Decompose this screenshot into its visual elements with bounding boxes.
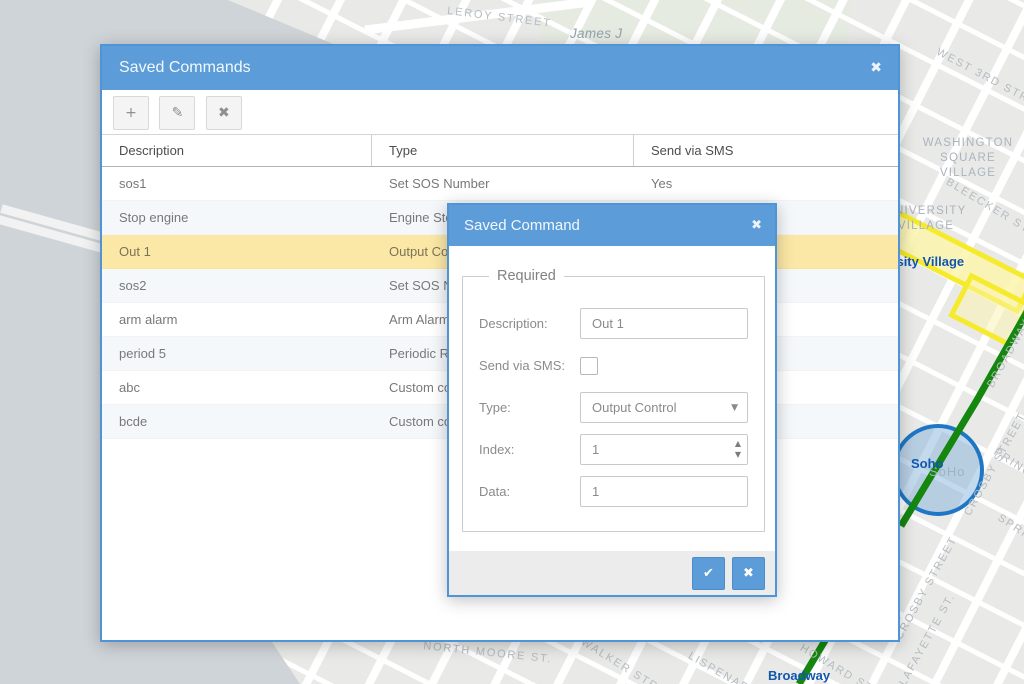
fieldset-legend: Required [489, 268, 564, 284]
check-icon: ✔ [703, 566, 714, 581]
cancel-button[interactable]: ✖ [732, 557, 765, 590]
saved-commands-header[interactable]: Saved Commands ✖ [102, 46, 898, 90]
spin-down-icon[interactable]: ▼ [735, 449, 741, 460]
type-select-value: Output Control [592, 400, 731, 415]
index-field[interactable] [580, 434, 748, 465]
column-header-sms[interactable]: Send via SMS [634, 135, 898, 166]
description-field[interactable] [580, 308, 748, 339]
table-row[interactable]: sos1 Set SOS Number Yes [102, 167, 898, 201]
type-select[interactable]: Output Control ▼ [580, 392, 748, 423]
description-row: Description: [479, 308, 748, 339]
pencil-icon: ✎ [172, 105, 184, 121]
cell-type: Set SOS Number [372, 167, 634, 200]
column-header-description[interactable]: Description [102, 135, 372, 166]
saved-command-body: Required Description: Send via SMS: Type… [449, 246, 775, 551]
description-label: Description: [479, 316, 580, 331]
saved-command-footer: ✔ ✖ [449, 551, 775, 595]
delete-icon: ✖ [218, 105, 230, 121]
cell-description: abc [102, 371, 372, 404]
dialog-title: Saved Command [449, 205, 775, 246]
cell-description: sos1 [102, 167, 372, 200]
confirm-button[interactable]: ✔ [692, 557, 725, 590]
cell-description: Stop engine [102, 201, 372, 234]
index-row: Index: ▲ ▼ [479, 434, 748, 465]
column-header-type[interactable]: Type [372, 135, 634, 166]
type-row: Type: Output Control ▼ [479, 392, 748, 423]
app-stage: LEROY STREET James J WEST 3RD STREET WAS… [0, 0, 1024, 684]
cell-description: Out 1 [102, 235, 372, 268]
saved-command-dialog: Saved Command ✖ Required Description: Se… [447, 203, 777, 597]
index-label: Index: [479, 442, 580, 457]
spin-up-icon[interactable]: ▲ [735, 438, 741, 449]
index-spinner[interactable]: ▲ ▼ [735, 438, 741, 460]
edit-command-button[interactable]: ✎ [159, 96, 195, 130]
cell-description: arm alarm [102, 303, 372, 336]
chevron-down-icon: ▼ [731, 403, 738, 413]
data-label: Data: [479, 484, 580, 499]
cancel-icon: ✖ [743, 566, 754, 581]
add-command-button[interactable]: + [113, 96, 149, 130]
delete-command-button[interactable]: ✖ [206, 96, 242, 130]
saved-command-header[interactable]: Saved Command ✖ [449, 205, 775, 246]
commands-toolbar: + ✎ ✖ [102, 90, 898, 134]
required-fieldset: Required Description: Send via SMS: Type… [462, 268, 765, 532]
dialog-title: Saved Commands [102, 46, 898, 90]
close-icon[interactable]: ✖ [751, 205, 762, 246]
type-label: Type: [479, 400, 580, 415]
data-row: Data: [479, 476, 748, 507]
send-via-sms-checkbox[interactable] [580, 357, 598, 375]
cell-sms: Yes [634, 167, 898, 200]
send-via-sms-label: Send via SMS: [479, 358, 580, 373]
close-icon[interactable]: ✖ [870, 46, 882, 90]
cell-description: sos2 [102, 269, 372, 302]
cell-description: bcde [102, 405, 372, 438]
sms-row: Send via SMS: [479, 350, 748, 381]
cell-description: period 5 [102, 337, 372, 370]
data-field[interactable] [580, 476, 748, 507]
table-header: Description Type Send via SMS [102, 134, 898, 167]
plus-icon: + [125, 105, 137, 121]
